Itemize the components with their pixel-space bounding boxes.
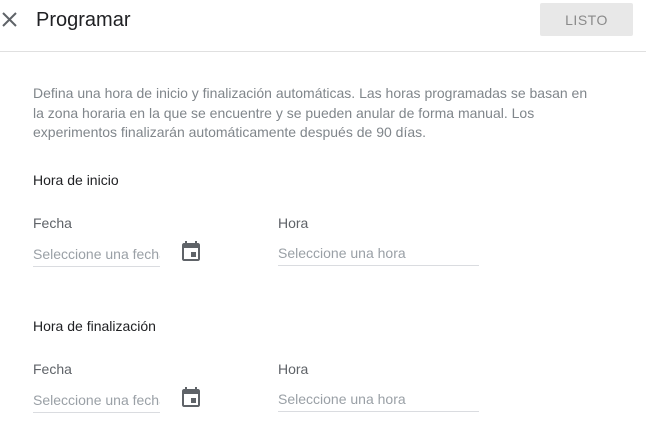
end-date-input[interactable] [33,387,160,413]
close-button[interactable] [0,8,20,32]
start-date-label: Fecha [33,215,72,231]
end-time-input[interactable] [278,386,479,412]
end-date-label: Fecha [33,361,72,377]
close-icon [2,12,17,27]
done-button[interactable]: LISTO [540,3,633,36]
start-date-picker-button[interactable] [179,240,203,264]
end-date-picker-button[interactable] [179,386,203,410]
page-title: Programar [36,9,131,31]
start-time-label: Hora [278,215,309,231]
start-section-title: Hora de inicio [33,172,119,188]
schedule-description: Defina una hora de inicio y finalización… [33,85,588,140]
calendar-icon [182,387,200,407]
calendar-icon [182,241,200,261]
end-section-title: Hora de finalización [33,318,156,334]
start-time-input[interactable] [278,240,479,266]
start-date-input[interactable] [33,241,160,267]
dialog-header: Programar LISTO [0,0,646,52]
end-time-label: Hora [278,361,309,377]
